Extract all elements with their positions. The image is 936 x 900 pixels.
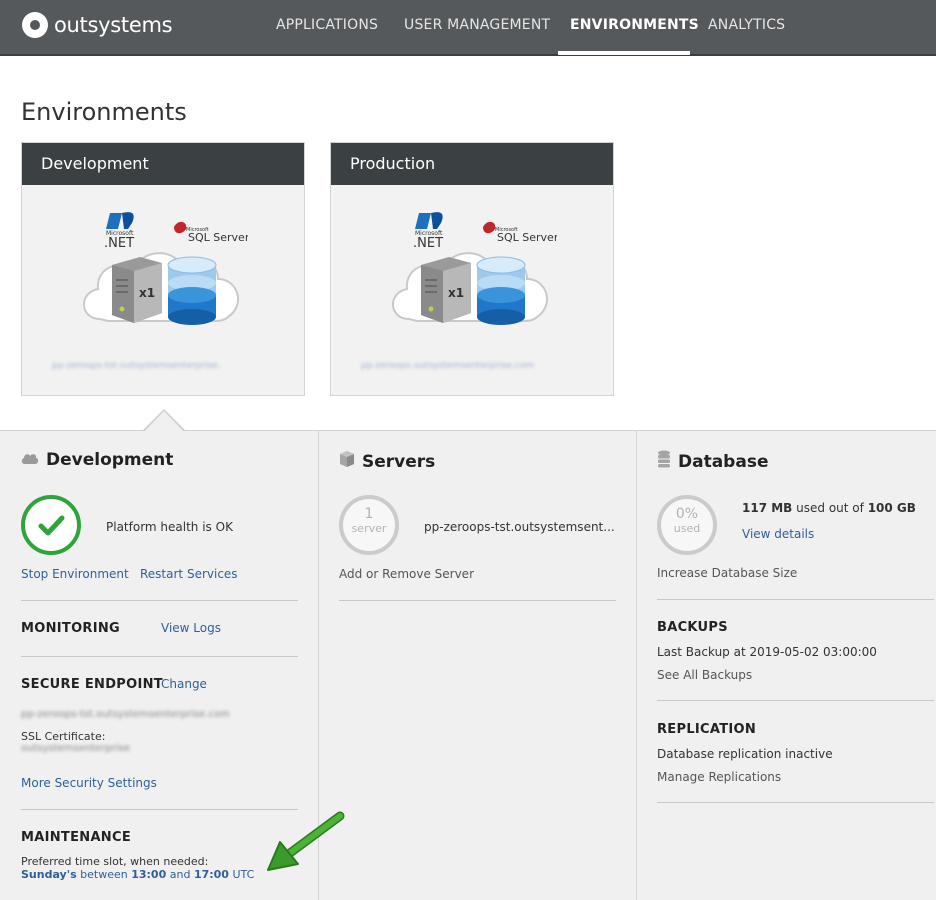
endpoint-url: pp-zeroops-tst.outsystemsenterprise.com (21, 709, 230, 720)
database-icon (476, 256, 526, 325)
sql-server-logo-icon: Microsoft SQL Server (174, 221, 248, 244)
box-icon (339, 450, 355, 473)
database-usage-text: 117 MB used out of 100 GB (742, 501, 916, 515)
server-database-illustration: Microsoft .NET Microsoft SQL Server x1 (83, 212, 248, 325)
view-details-link[interactable]: View details (742, 527, 814, 541)
logo-text: outsystems (54, 13, 173, 37)
nav-user-management[interactable]: USER MANAGEMENT (404, 17, 550, 33)
database-small-icon (657, 450, 671, 473)
database-total: 100 GB (867, 501, 916, 515)
development-section-title: Development (21, 450, 173, 470)
svg-text:.NET: .NET (413, 236, 443, 251)
page-title: Environments (21, 98, 187, 126)
divider (21, 600, 298, 601)
slot-day: Sunday's (21, 868, 77, 881)
section-title-text: Servers (362, 451, 436, 472)
svg-text:.NET: .NET (104, 236, 134, 251)
divider (657, 700, 934, 701)
servers-section-title: Servers (339, 450, 435, 473)
column-divider (636, 430, 637, 900)
nav-analytics[interactable]: ANALYTICS (708, 17, 785, 33)
database-usage-unit: used (673, 522, 701, 535)
env-card-development[interactable]: Development Microsoft .NET Microsoft SQL… (21, 142, 305, 396)
preferred-slot-label: Preferred time slot, when needed: (21, 855, 209, 868)
active-tab-indicator (558, 51, 690, 55)
database-section-title: Database (657, 450, 768, 473)
top-navigation-bar: outsystems APPLICATIONS USER MANAGEMENT … (0, 0, 936, 56)
server-count: 1 (364, 506, 374, 522)
database-used-mid: used out of (796, 501, 864, 515)
server-database-illustration: Microsoft .NET Microsoft SQL Server x1 (392, 212, 557, 325)
svg-text:SQL Server: SQL Server (188, 231, 248, 244)
see-all-backups-link[interactable]: See All Backups (657, 668, 752, 682)
divider (21, 809, 298, 810)
divider (657, 599, 934, 600)
svg-text:SQL Server: SQL Server (497, 231, 557, 244)
svg-text:x1: x1 (139, 286, 155, 300)
env-card-production[interactable]: Production Microsoft .NET Microsoft SQL … (330, 142, 614, 396)
replication-status-text: Database replication inactive (657, 747, 833, 761)
ssl-certificate-value: outsystemsenterprise (21, 743, 131, 754)
secure-endpoint-heading: SECURE ENDPOINT (21, 677, 163, 692)
slot-timezone: UTC (232, 868, 255, 881)
replication-heading: REPLICATION (657, 722, 757, 737)
logo-icon (22, 12, 48, 38)
nav-applications[interactable]: APPLICATIONS (276, 17, 378, 33)
database-used: 117 MB (742, 501, 793, 515)
annotation-arrow-icon (267, 811, 345, 871)
health-status-text: Platform health is OK (106, 520, 233, 534)
database-icon (167, 256, 217, 325)
maintenance-slot-link[interactable]: Sunday's between 13:00 and 17:00 UTC (21, 868, 254, 881)
selected-card-pointer-fill (145, 411, 183, 431)
increase-database-size-link[interactable]: Increase Database Size (657, 566, 797, 580)
env-url[interactable]: pp-zeroops-tst.outsystemsenterprise. (52, 361, 282, 371)
dotnet-logo-icon: Microsoft .NET (104, 212, 134, 251)
nav-environments[interactable]: ENVIRONMENTS (570, 17, 699, 33)
divider (657, 802, 934, 803)
server-count-unit: server (351, 522, 387, 535)
stop-environment-link[interactable]: Stop Environment (21, 567, 129, 581)
divider (339, 600, 616, 601)
manage-replications-link[interactable]: Manage Replications (657, 770, 781, 784)
change-endpoint-link[interactable]: Change (161, 677, 207, 691)
server-tower-icon: x1 (421, 257, 471, 323)
outsystems-logo[interactable]: outsystems (22, 12, 173, 38)
last-backup-text: Last Backup at 2019-05-02 03:00:00 (657, 645, 877, 659)
section-title-text: Development (46, 450, 174, 470)
divider (21, 656, 298, 657)
slot-start: 13:00 (131, 868, 167, 881)
database-usage-percent: 0% (675, 506, 699, 522)
server-count-ring: 1 server (339, 495, 399, 555)
ssl-certificate-label: SSL Certificate: (21, 730, 106, 743)
database-usage-ring: 0% used (657, 495, 717, 555)
health-ok-icon (21, 495, 81, 555)
maintenance-heading: MAINTENANCE (21, 830, 132, 845)
more-security-settings-link[interactable]: More Security Settings (21, 776, 157, 790)
server-name[interactable]: pp-zeroops-tst.outsystemsent... (424, 520, 615, 534)
monitoring-heading: MONITORING (21, 621, 121, 636)
env-url[interactable]: pp-zeroops.outsystemsenterprise.com (361, 361, 591, 371)
env-card-title: Development (22, 143, 304, 185)
slot-and: and (169, 868, 191, 881)
svg-text:x1: x1 (448, 286, 464, 300)
restart-services-link[interactable]: Restart Services (140, 567, 238, 581)
slot-between: between (80, 868, 128, 881)
dotnet-logo-icon: Microsoft .NET (413, 212, 443, 251)
view-logs-link[interactable]: View Logs (161, 621, 221, 635)
slot-end: 17:00 (193, 868, 229, 881)
sql-server-logo-icon: Microsoft SQL Server (483, 221, 557, 244)
add-remove-server-link[interactable]: Add or Remove Server (339, 567, 474, 581)
section-title-text: Database (678, 451, 769, 472)
env-card-title: Production (331, 143, 613, 185)
cloud-icon (21, 450, 39, 470)
backups-heading: BACKUPS (657, 620, 728, 635)
server-tower-icon: x1 (112, 257, 162, 323)
